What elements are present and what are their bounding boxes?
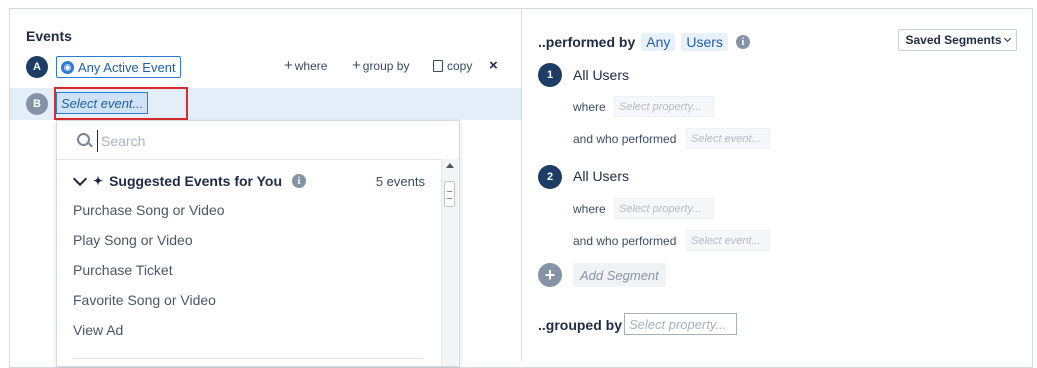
where-label: where [294,59,328,73]
grouped-by-title: ..grouped by [538,317,622,333]
remove-event-button[interactable]: × [489,57,498,74]
segment-where-property-1[interactable]: Select property... [614,96,714,117]
add-group-by-button[interactable]: + group by [352,57,410,74]
users-selector[interactable]: Users [681,33,728,51]
plus-icon: + [284,57,293,74]
scroll-up-icon[interactable] [446,163,454,168]
segment-where-label-2: where [573,202,606,216]
suggested-events-list: Purchase Song or Video Play Song or Vide… [73,201,225,351]
event-badge-a: A [26,56,48,78]
dropdown-divider [73,358,423,359]
sparkle-icon: ✦ [93,174,104,188]
list-item[interactable]: Purchase Ticket [73,261,225,291]
event-dropdown: ✦ Suggested Events for You i 5 events Pu… [56,120,460,367]
list-item[interactable]: Favorite Song or Video [73,291,225,321]
performed-by-header: ..performed by Any Users i [538,33,750,51]
suggested-events-count: 5 events [375,173,425,189]
saved-segments-label: Saved Segments [905,33,1002,47]
segment-name-1[interactable]: All Users [573,67,629,83]
search-icon [77,133,90,146]
segment-performed-event-1[interactable]: Select event... [686,128,770,149]
plus-icon: + [352,57,361,74]
copy-icon [433,60,443,72]
grouped-by-property-select[interactable]: Select property... [624,313,737,335]
scroll-thumb[interactable] [444,181,455,207]
info-icon[interactable]: i [292,174,307,188]
event-row-a: A ◉ Any Active Event + where + group by … [26,56,506,78]
highlight-annotation [54,87,188,120]
dropdown-search-row [57,121,459,160]
segment-performed-label-2: and who performed [573,234,677,248]
add-segment-icon[interactable]: + [538,263,562,287]
add-segment-button[interactable]: Add Segment [573,263,666,287]
active-event-icon: ◉ [61,60,74,74]
event-badge-b: B [26,93,48,115]
segment-performed-event-2[interactable]: Select event... [686,230,770,251]
copy-button[interactable]: copy [433,59,472,73]
any-active-event-chip[interactable]: ◉ Any Active Event [56,56,181,78]
segment-name-2[interactable]: All Users [573,168,629,184]
info-icon[interactable]: i [735,35,750,49]
suggested-events-title: Suggested Events for You [109,173,283,189]
any-selector[interactable]: Any [641,33,676,51]
segment-where-label-1: where [573,100,606,114]
list-item[interactable]: Play Song or Video [73,231,225,261]
segment-performed-label-1: and who performed [573,132,677,146]
add-where-button[interactable]: + where [284,57,328,74]
saved-segments-button[interactable]: Saved Segments [898,29,1017,51]
any-active-event-label: Any Active Event [78,59,176,75]
segment-badge-2: 2 [538,165,562,189]
performed-by-title: ..performed by [538,34,636,50]
group-by-label: group by [362,59,410,73]
events-title: Events [26,28,72,44]
list-item[interactable]: Purchase Song or Video [73,201,225,231]
search-input[interactable] [97,130,423,152]
segment-where-property-2[interactable]: Select property... [614,198,714,219]
dropdown-scrollbar[interactable] [441,159,458,366]
chevron-down-icon [1003,34,1011,43]
panel-divider [521,8,522,361]
list-item[interactable]: View Ad [73,321,225,351]
copy-label: copy [447,59,473,73]
chevron-down-icon [72,171,88,187]
suggested-events-header[interactable]: ✦ Suggested Events for You i 5 events [72,171,425,191]
segment-badge-1: 1 [538,63,562,87]
